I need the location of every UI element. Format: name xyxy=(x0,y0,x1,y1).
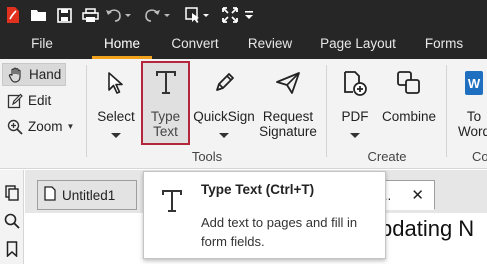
undo-icon[interactable] xyxy=(104,4,132,26)
type-text-tooltip: Type Text (Ctrl+T) Add text to pages and… xyxy=(143,171,386,259)
select-icon[interactable] xyxy=(184,4,212,26)
ribbon-separator xyxy=(446,65,447,157)
quicksign-label: QuickSign xyxy=(193,109,255,124)
ribbon: Hand Edit Zoom ▼ Select Type Text QuickS xyxy=(0,59,487,169)
document-tab-label: Untitled1 xyxy=(62,187,116,203)
print-icon[interactable] xyxy=(80,4,100,26)
pen-icon xyxy=(210,69,238,97)
tab-review[interactable]: Review xyxy=(244,30,296,59)
chevron-down-icon xyxy=(111,133,121,138)
combine-label: Combine xyxy=(381,109,437,124)
app-logo-icon xyxy=(4,4,22,26)
type-text-icon xyxy=(160,189,184,213)
document-tab-untitled1[interactable]: Untitled1 xyxy=(37,180,137,210)
tab-page-layout[interactable]: Page Layout xyxy=(316,30,400,59)
search-icon[interactable] xyxy=(3,212,21,230)
left-rail xyxy=(0,170,24,264)
zoom-button[interactable]: Zoom ▼ xyxy=(2,115,86,138)
file-icon xyxy=(44,186,56,204)
request-signature-button[interactable]: Request Signature xyxy=(256,63,320,143)
type-text-label: Type Text xyxy=(150,109,181,139)
tooltip-description: Add text to pages and fill in form field… xyxy=(201,215,358,249)
type-text-icon xyxy=(152,69,180,97)
tab-file[interactable]: File xyxy=(20,30,64,59)
chevron-down-icon xyxy=(219,133,229,138)
ribbon-separator xyxy=(326,65,327,157)
svg-text:W: W xyxy=(468,76,481,91)
hand-button[interactable]: Hand xyxy=(2,63,66,86)
expand-icon[interactable] xyxy=(220,4,240,26)
pdf-button[interactable]: PDF xyxy=(334,63,376,143)
word-icon: W xyxy=(460,69,487,97)
menu-bar: File Home Convert Review Page Layout For… xyxy=(0,30,487,59)
request-signature-label: Request Signature xyxy=(259,109,317,139)
close-icon[interactable]: ✕ xyxy=(411,186,424,204)
combine-button[interactable]: Combine xyxy=(378,63,440,143)
pages-icon[interactable] xyxy=(3,184,21,202)
type-text-button[interactable]: Type Text xyxy=(141,61,190,145)
edit-button[interactable]: Edit xyxy=(2,89,66,112)
chevron-down-icon: ▼ xyxy=(66,122,75,131)
ribbon-separator xyxy=(86,65,87,157)
zoom-label: Zoom xyxy=(28,119,63,134)
select-label: Select xyxy=(97,109,135,124)
tab-home[interactable]: Home xyxy=(92,30,152,59)
hand-label: Hand xyxy=(29,67,62,82)
pdf-label: PDF xyxy=(341,109,369,124)
bookmark-icon[interactable] xyxy=(3,240,21,258)
zoom-icon xyxy=(6,118,24,136)
tab-convert[interactable]: Convert xyxy=(164,30,226,59)
redo-icon[interactable] xyxy=(144,4,172,26)
open-folder-icon[interactable] xyxy=(28,4,50,26)
customize-icon[interactable] xyxy=(243,4,255,26)
new-pdf-icon xyxy=(341,69,369,97)
tab-forms[interactable]: Forms xyxy=(420,30,468,59)
tooltip-title: Type Text (Ctrl+T) xyxy=(201,182,315,197)
tools-group-label: Tools xyxy=(191,149,223,164)
edit-label: Edit xyxy=(28,93,52,108)
cursor-arrow-icon xyxy=(102,69,130,97)
quick-access-toolbar xyxy=(0,0,487,30)
edit-icon xyxy=(6,92,24,110)
convert-group-label: Co xyxy=(472,149,487,164)
to-word-button[interactable]: W To Word xyxy=(452,63,487,143)
send-icon xyxy=(274,69,302,97)
combine-icon xyxy=(395,69,423,97)
document-heading-text: pdating N xyxy=(380,216,475,241)
select-button[interactable]: Select xyxy=(94,63,138,143)
save-icon[interactable] xyxy=(54,4,74,26)
create-group-label: Create xyxy=(367,149,407,164)
to-word-label: To Word xyxy=(457,109,487,139)
quicksign-button[interactable]: QuickSign xyxy=(192,63,256,143)
hand-icon xyxy=(7,66,25,84)
chevron-down-icon xyxy=(350,133,360,138)
